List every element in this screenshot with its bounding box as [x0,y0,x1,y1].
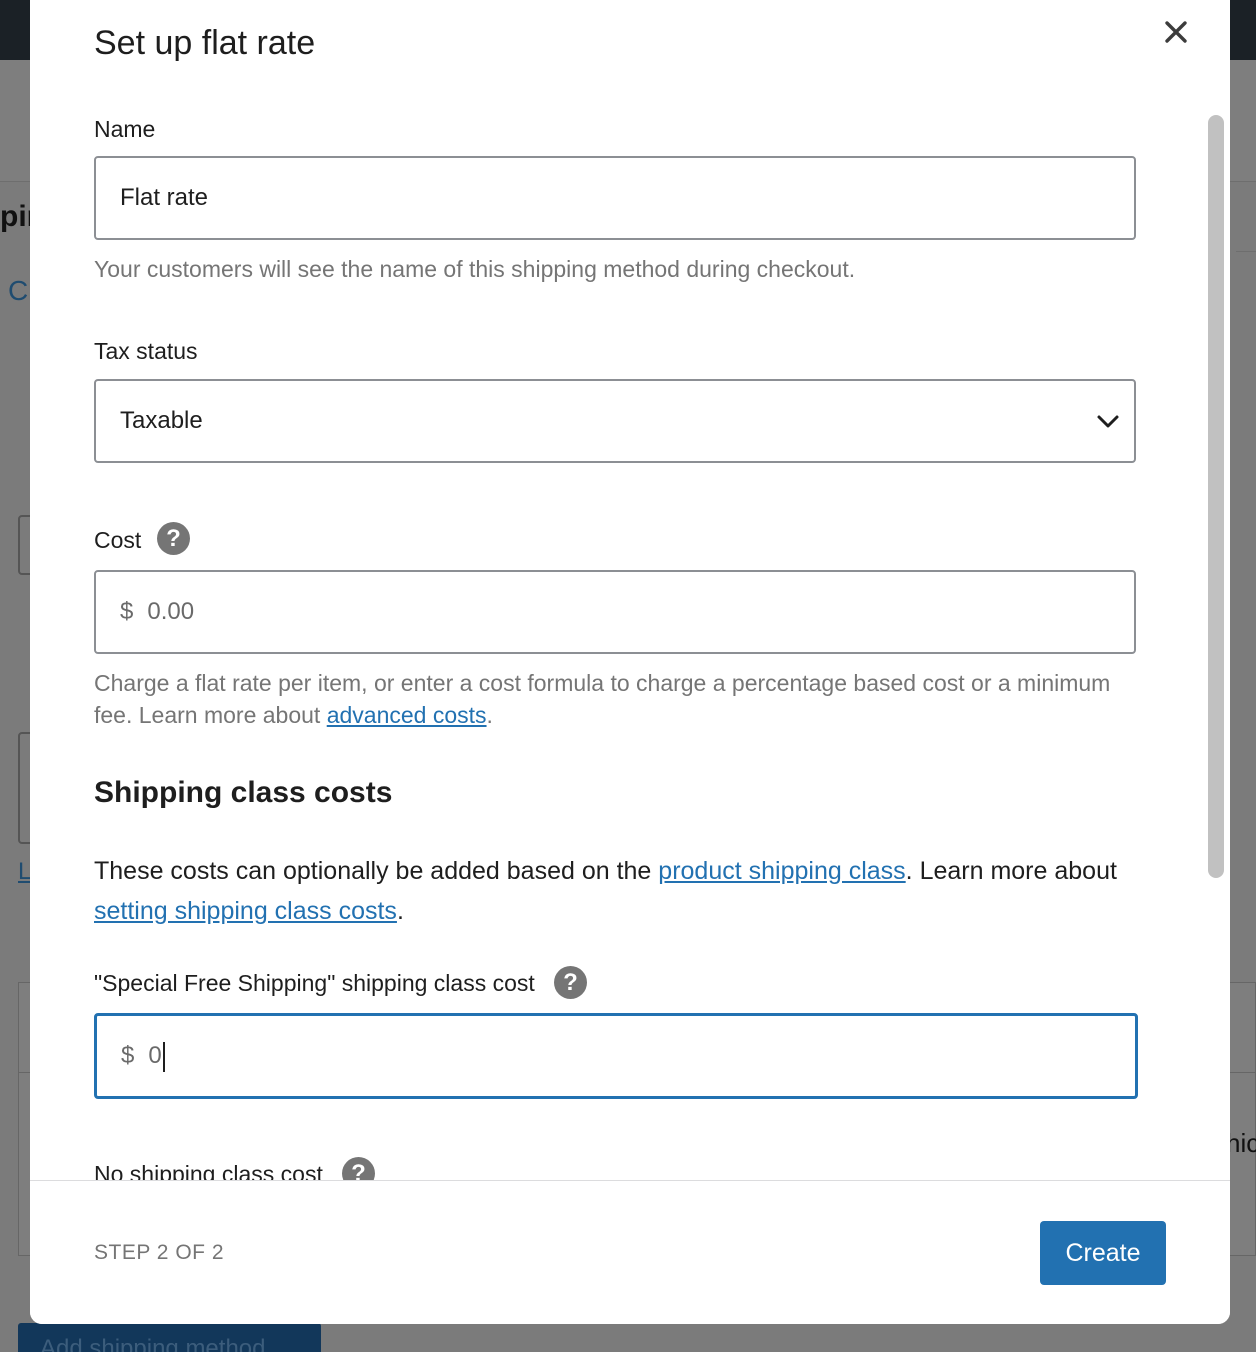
name-label: Name [94,116,156,142]
cost-help-text-end: . [486,702,493,728]
tax-status-selected-value: Taxable [120,407,203,434]
scrollbar-thumb[interactable] [1208,115,1224,878]
cost-input[interactable]: $0.00 [94,570,1136,654]
special-free-shipping-label: "Special Free Shipping" shipping class c… [94,970,535,996]
special-free-shipping-help-icon[interactable]: ? [554,966,587,999]
close-button[interactable] [1158,14,1194,50]
tax-status-label: Tax status [94,338,198,364]
background-divider [1236,182,1256,252]
setting-shipping-class-costs-link[interactable]: setting shipping class costs [94,897,397,925]
name-input-value: Flat rate [120,184,209,211]
shipping-class-text-middle: . Learn more about [905,857,1117,885]
special-free-shipping-currency-prefix: $ [121,1042,135,1069]
shipping-class-costs-heading: Shipping class costs [94,776,393,809]
cost-help-text-start: Charge a flat rate per item, or enter a … [94,670,1111,728]
close-icon [1165,21,1187,43]
shipping-class-text-end: . [396,897,404,925]
text-caret [162,1041,165,1072]
product-shipping-class-link[interactable]: product shipping class [658,857,905,885]
cost-label: Cost [94,527,142,553]
name-input[interactable]: Flat rate [94,156,1136,240]
special-free-shipping-input-value: 0 [148,1042,162,1069]
name-help-text: Your customers will see the name of this… [94,256,856,282]
create-button[interactable]: Create [1040,1221,1166,1285]
special-free-shipping-cost-input[interactable]: $0 [94,1013,1138,1099]
cost-input-placeholder: 0.00 [147,598,195,625]
cost-help-icon[interactable]: ? [157,522,190,555]
step-indicator: STEP 2 OF 2 [94,1241,224,1264]
flat-rate-modal: Set up flat rate Name Flat rate Your cus… [30,0,1230,1324]
cost-currency-prefix: $ [120,598,134,625]
add-shipping-method-button: Add shipping method [18,1323,321,1352]
no-shipping-class-cost-label: No shipping class cost [94,1161,323,1180]
tax-status-select[interactable]: Taxable [94,379,1136,463]
modal-title: Set up flat rate [94,24,316,62]
modal-scroll-area[interactable]: Name Flat rate Your customers will see t… [30,108,1230,1180]
shipping-class-text-start: These costs can optionally be added base… [94,857,659,885]
advanced-costs-link[interactable]: advanced costs [327,702,487,728]
cost-help-text: Charge a flat rate per item, or enter a … [94,667,1144,731]
background-heading-partial: pin [0,200,30,233]
chevron-down-icon [1097,415,1119,428]
modal-footer: STEP 2 OF 2 Create [30,1180,1230,1324]
background-table-text-partial: hic [1226,1128,1256,1158]
no-shipping-class-help-icon[interactable]: ? [342,1157,375,1180]
shipping-class-description: These costs can optionally be added base… [94,851,1154,931]
